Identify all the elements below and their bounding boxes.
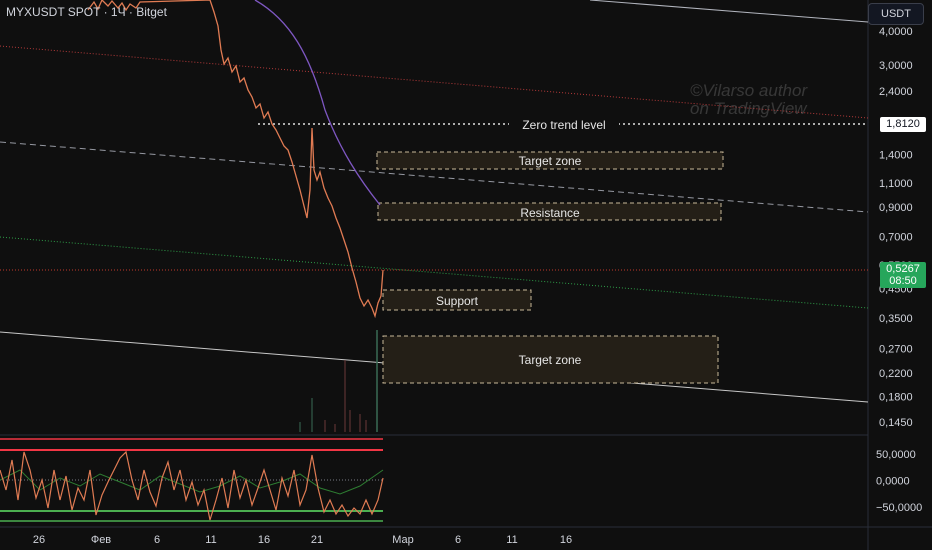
symbol-title[interactable]: MYXUSDT SPOT · 1Ч · Bitget <box>6 5 167 19</box>
time-axis[interactable]: 26 Фев 6 11 16 21 Мар 6 11 16 <box>33 534 572 546</box>
support-label: Support <box>436 294 479 308</box>
watermark-line-2: on TradingView <box>690 99 807 118</box>
author-watermark: ©Vilarso author on TradingView <box>690 82 807 118</box>
zero-trend-level-label: Zero trend level <box>522 118 605 132</box>
price-tick-label: 3,0000 <box>879 60 913 72</box>
volume-bars <box>299 330 378 432</box>
time-axis-label: 11 <box>506 534 517 546</box>
oscillator-scale: 50,0000 0,0000 −50,0000 <box>876 449 922 514</box>
oscillator-line <box>0 450 384 521</box>
time-axis-label: 21 <box>311 534 323 546</box>
price-tick-label: 1,1000 <box>879 178 913 190</box>
watermark-line-1: ©Vilarso author <box>690 81 808 100</box>
price-tick-label: 0,1450 <box>879 417 913 429</box>
price-tick-label: 0,9000 <box>879 202 913 214</box>
price-tick-label: 4,0000 <box>879 26 913 38</box>
zero-trend-price-tag: 1,8120 <box>880 117 926 132</box>
price-tick-label: 1,4000 <box>879 150 913 162</box>
price-tick-label: 0,2200 <box>879 368 913 380</box>
price-series-line <box>87 0 384 319</box>
time-axis-label: 16 <box>560 534 572 546</box>
price-tick-label: 0,7000 <box>879 231 913 243</box>
resistance-label: Resistance <box>520 206 580 220</box>
oscillator-tick-label: −50,0000 <box>876 502 922 514</box>
time-axis-label: Мар <box>392 534 414 546</box>
price-tick-label: 0,2700 <box>879 344 913 356</box>
price-tick-label: 2,4000 <box>879 86 913 98</box>
current-price-tag: 0,5267 08:50 <box>880 262 926 288</box>
time-axis-label: 11 <box>205 534 216 546</box>
target-zone-upper-label: Target zone <box>519 154 582 168</box>
price-tick-label: 0,3500 <box>879 313 913 325</box>
time-axis-label: 6 <box>154 534 160 546</box>
currency-button[interactable]: USDT <box>868 3 924 25</box>
time-axis-label: 16 <box>258 534 270 546</box>
time-axis-label: 26 <box>33 534 45 546</box>
oscillator-tick-label: 0,0000 <box>876 476 910 488</box>
upper-trend-line[interactable] <box>589 0 869 23</box>
target-zone-lower-label: Target zone <box>519 353 582 367</box>
moving-average-line <box>254 0 381 206</box>
price-scale[interactable]: 4,0000 3,0000 2,4000 1,4000 1,1000 0,9000 0,70… <box>879 26 913 429</box>
price-tick-label: 0,1800 <box>879 392 913 404</box>
time-axis-label: Фев <box>91 534 111 546</box>
countdown-timer: 08:50 <box>889 275 917 287</box>
current-price-value: 0,5267 <box>886 263 920 275</box>
time-axis-label: 6 <box>455 534 461 546</box>
oscillator-tick-label: 50,0000 <box>876 449 916 461</box>
